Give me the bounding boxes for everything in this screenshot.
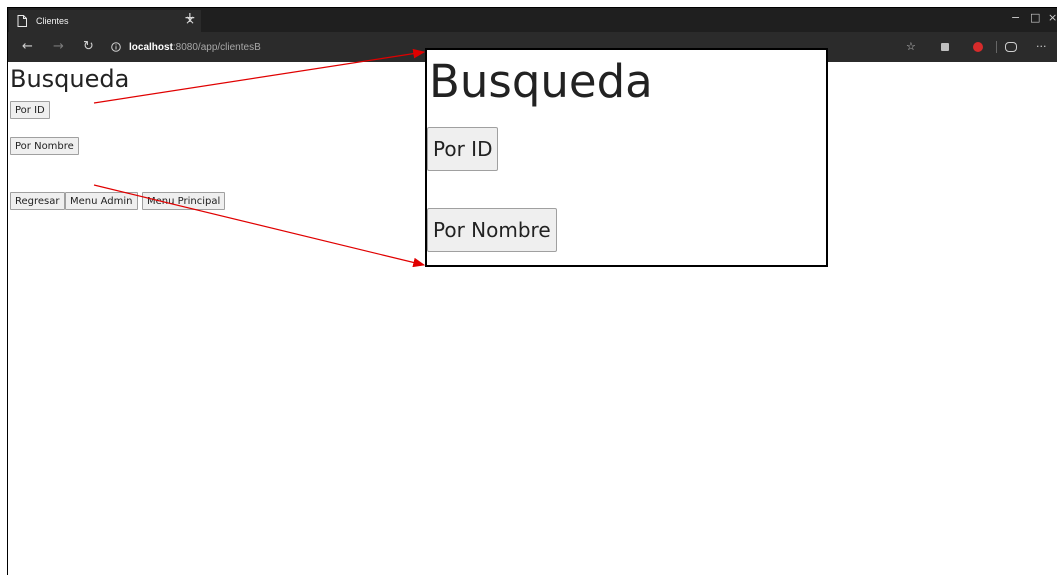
menu-admin-button[interactable]: Menu Admin xyxy=(65,192,138,210)
page-title: Busqueda xyxy=(10,65,130,93)
url-host: localhost xyxy=(129,41,173,53)
forward-icon[interactable]: → xyxy=(53,39,64,54)
refresh-icon[interactable]: ↻ xyxy=(83,39,94,54)
back-icon[interactable]: ← xyxy=(22,39,33,54)
url-path: :8080/app/clientesB xyxy=(172,41,261,53)
por-id-button[interactable]: Por ID xyxy=(10,101,50,119)
minimize-icon[interactable]: − xyxy=(1011,11,1020,24)
profile-icon[interactable] xyxy=(1005,42,1017,52)
zoomed-page-title: Busqueda xyxy=(429,55,653,108)
info-icon[interactable] xyxy=(111,42,121,52)
regresar-button[interactable]: Regresar xyxy=(10,192,65,210)
new-tab-icon[interactable]: + xyxy=(184,10,196,26)
tab-title: Clientes xyxy=(36,16,69,26)
page-icon xyxy=(17,15,27,27)
toolbar-divider xyxy=(996,41,997,53)
favorite-icon[interactable]: ☆ xyxy=(906,40,916,53)
more-icon[interactable]: ··· xyxy=(1036,40,1047,53)
extension-icon[interactable] xyxy=(941,43,949,51)
por-nombre-button[interactable]: Por Nombre xyxy=(10,137,79,155)
close-window-icon[interactable]: × xyxy=(1048,11,1057,24)
adblock-icon[interactable] xyxy=(973,42,983,52)
restore-icon[interactable]: □ xyxy=(1030,11,1040,24)
tab-clientes[interactable]: Clientes × xyxy=(9,10,201,32)
zoomed-callout: Busqueda Por ID Por Nombre xyxy=(425,48,828,267)
menu-principal-button[interactable]: Menu Principal xyxy=(142,192,226,210)
zoomed-por-id-button: Por ID xyxy=(427,127,499,171)
zoomed-por-nombre-button: Por Nombre xyxy=(427,208,557,252)
tab-bar: Clientes × + − □ × xyxy=(8,8,1057,32)
